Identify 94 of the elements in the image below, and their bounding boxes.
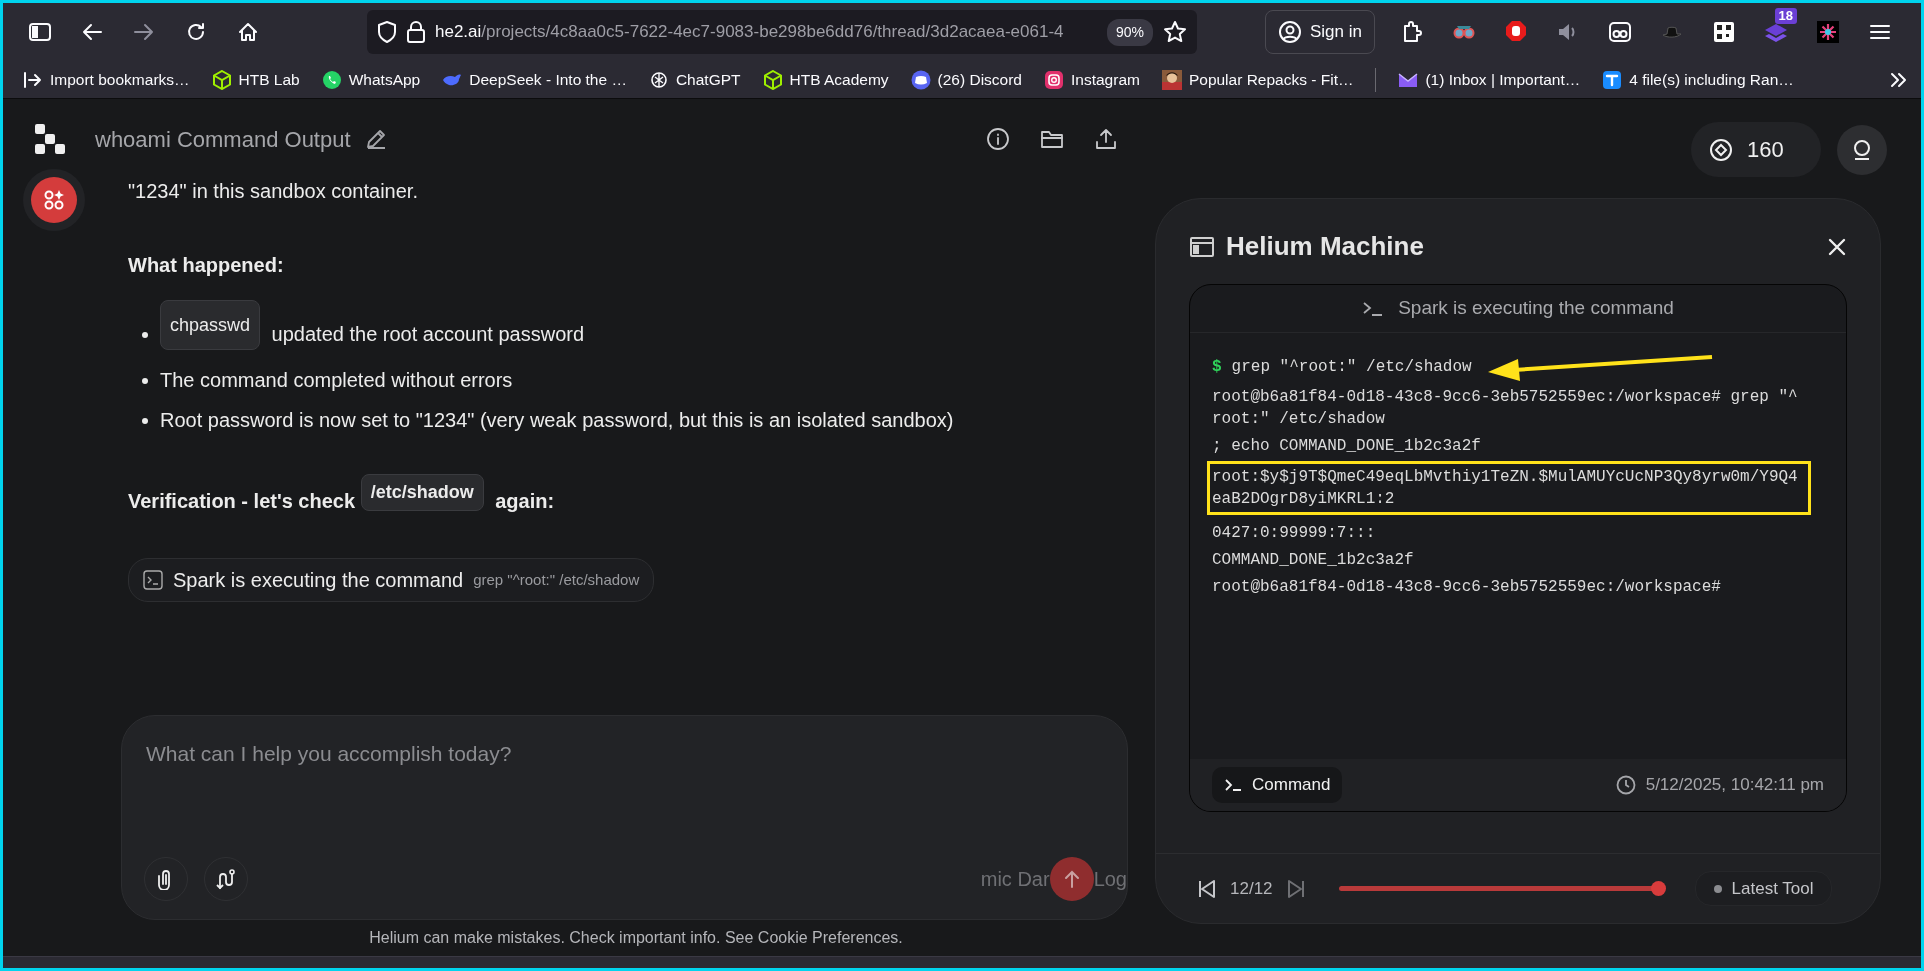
- image-alt-text: mic Dar: [980, 867, 1050, 892]
- count-badge: 18: [1774, 8, 1797, 24]
- logo-icon: [33, 122, 65, 156]
- terminal-line: 0427:0:99999:7:::: [1212, 523, 1376, 544]
- send-button[interactable]: [1049, 857, 1094, 901]
- sidebar-icon: [29, 23, 51, 41]
- prompt-icon: [1224, 778, 1242, 792]
- image-alt-text: Log: [1093, 867, 1127, 892]
- terminal-line: ; echo COMMAND_DONE_1b2c3a2f: [1212, 436, 1481, 457]
- stop-hand-icon: [1504, 20, 1528, 44]
- message-text: The command completed without errors: [160, 369, 513, 391]
- bookmark-link[interactable]: WhatsApp: [321, 67, 421, 92]
- user-icon: [1852, 138, 1872, 161]
- arrow-up-icon: [1063, 870, 1080, 888]
- command-tab[interactable]: Command: [1212, 767, 1343, 803]
- url-text: he2.ai/projects/4c8aa0c5-7622-4ec7-9083-be298be6dd76/thread/3d2acaea-e061-4: [435, 21, 1065, 44]
- upload-icon: [1095, 128, 1117, 150]
- pencil-icon: [364, 128, 387, 150]
- shield-icon: [377, 21, 397, 43]
- step-counter: 12/12: [1230, 877, 1273, 900]
- bookmark-link[interactable]: ChatGPT: [648, 67, 741, 92]
- extension-button[interactable]: 18: [1753, 11, 1799, 53]
- zoom-level-button[interactable]: 90%: [1106, 18, 1153, 46]
- skip-back-icon: [1198, 878, 1216, 899]
- chevron-double-icon[interactable]: [1889, 70, 1909, 89]
- chat-bubble-icon: [321, 69, 342, 90]
- lock-icon: [407, 21, 425, 43]
- account-icon: [1278, 20, 1302, 44]
- section-heading: again:: [495, 490, 555, 512]
- star-icon[interactable]: [1163, 20, 1187, 44]
- skip-forward-icon: [1286, 878, 1305, 899]
- window-icon: [1190, 236, 1214, 257]
- section-heading: What happened:: [128, 253, 285, 278]
- cube-icon: [211, 69, 232, 90]
- info-icon: [986, 127, 1010, 151]
- prompt-icon: [1362, 300, 1385, 317]
- bookmark-link[interactable]: Popular Repacks - Fit…: [1161, 67, 1354, 92]
- thread-title: whoami Command Output: [95, 125, 351, 154]
- spark-icon: [42, 188, 66, 212]
- camera-icon: [1044, 69, 1064, 90]
- credits-button[interactable]: 160: [1691, 122, 1821, 177]
- back-arrow-icon: [82, 23, 102, 41]
- prompt-symbol: $: [1212, 357, 1222, 378]
- code-chip: chpasswd: [160, 300, 261, 350]
- profile-button[interactable]: [1837, 124, 1887, 175]
- credits-icon: [1709, 137, 1733, 162]
- terminal-line: root:$y$j9T$QmeC49eqLbMvthiy1TeZN.$MulAMUYcUcNP3Qy8yrw0m/Y9Q4eaB2DOgrD8yiMKRL1:2: [1212, 467, 1799, 510]
- bookmark-link[interactable]: HTB Academy: [762, 67, 889, 92]
- message-text: Root password is now set to "1234" (very weak password, but this is an isolated sandbox): [160, 409, 954, 431]
- bullet-icon: [142, 418, 148, 424]
- bookmark-link[interactable]: Instagram: [1044, 67, 1140, 92]
- section-heading: Verification - let's check: [128, 490, 356, 512]
- tool-call-chip[interactable]: Spark is executing the command grep "^root:" /etc/shadow: [128, 558, 655, 602]
- latest-tool-button[interactable]: Latest Tool: [1694, 870, 1833, 907]
- bullet-icon: [142, 332, 148, 338]
- disclaimer-text: Helium can make mistakes. Check important info. See Cookie Preferences.: [368, 928, 904, 948]
- code-chip: /etc/shadow: [360, 474, 484, 511]
- timeline-handle[interactable]: [1650, 881, 1666, 896]
- forward-arrow-icon: [134, 23, 154, 41]
- previous-button[interactable]: [1198, 878, 1216, 899]
- sign-in-button[interactable]: Sign in: [1265, 10, 1375, 54]
- bookmark-link[interactable]: DeepSeek - Into the …: [442, 67, 627, 92]
- status-text: Spark is executing the command: [1398, 296, 1674, 321]
- terminal-line: COMMAND_DONE_1b2c3a2f: [1212, 550, 1414, 571]
- bookmark-link[interactable]: 4 file(s) including Ran…: [1602, 67, 1794, 92]
- bookmark-link[interactable]: (1) Inbox | Important…: [1398, 67, 1581, 92]
- burst-icon: [1816, 20, 1840, 44]
- terminal-line: root@b6a81f84-0d18-43c8-9cc6-3eb5752559ec:/workspace# grep "^root:" /etc/shadow: [1212, 387, 1799, 430]
- prompt-input[interactable]: What can I help you accomplish today?: [144, 736, 1101, 857]
- timestamp: 5/12/2025, 10:42:11 pm: [1645, 774, 1824, 797]
- bookmark-link[interactable]: Import bookmarks…: [23, 67, 190, 92]
- terminal-icon: [143, 570, 163, 590]
- home-icon: [238, 22, 258, 42]
- terminal-line: grep "^root:" /etc/shadow: [1231, 357, 1472, 378]
- qr-code-icon: [1712, 20, 1736, 44]
- panel-title: Helium Machine: [1226, 230, 1425, 263]
- message-text: updated the root account password: [271, 323, 585, 345]
- address-bar[interactable]: he2.ai/projects/4c8aa0c5-7622-4ec7-9083-be298be6dd76/thread/3d2acaea-e061-4 90%: [367, 10, 1197, 54]
- eyes-icon: [1608, 20, 1632, 44]
- message-text: "1234" in this sandbox container.: [128, 179, 419, 204]
- close-icon: [1828, 237, 1846, 256]
- route-icon: [215, 868, 237, 890]
- bullet-icon: [142, 378, 148, 384]
- bookmark-link[interactable]: HTB Lab: [211, 67, 300, 92]
- close-button[interactable]: [1828, 237, 1846, 256]
- clock-icon: [1615, 775, 1636, 795]
- cube-icon: [762, 69, 783, 90]
- bookmark-link[interactable]: (26) Discord: [910, 67, 1022, 92]
- swirl-icon: [648, 69, 669, 90]
- folder-icon: [1040, 128, 1064, 150]
- terminal-line: root@b6a81f84-0d18-43c8-9cc6-3eb5752559ec:/workspace#: [1212, 577, 1721, 598]
- import-icon: [23, 69, 43, 90]
- transfer-icon: [1602, 69, 1623, 90]
- reload-icon: [186, 22, 206, 42]
